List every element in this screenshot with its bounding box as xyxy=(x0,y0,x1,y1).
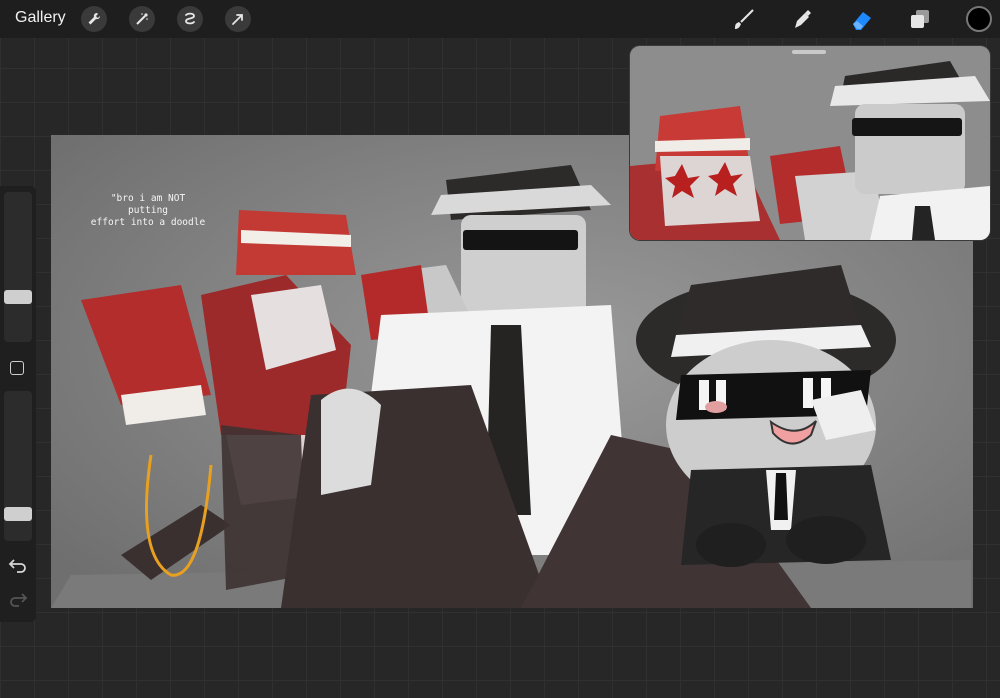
selection-icon[interactable] xyxy=(177,6,203,32)
undo-icon[interactable] xyxy=(8,556,28,574)
gallery-button[interactable]: Gallery xyxy=(15,9,66,27)
brush-size-slider-thumb[interactable] xyxy=(4,289,32,304)
modify-button[interactable] xyxy=(10,361,24,375)
brush-size-slider[interactable] xyxy=(4,192,32,342)
top-toolbar: Gallery xyxy=(0,0,1000,38)
actions-wrench-icon[interactable] xyxy=(81,6,107,32)
transform-arrow-icon[interactable] xyxy=(225,6,251,32)
caption-line-2: effort into a doodle xyxy=(90,217,206,228)
canvas-caption: "bro i am NOT putting effort into a dood… xyxy=(88,193,208,229)
adjustments-magic-wand-icon[interactable] xyxy=(129,6,155,32)
reference-window[interactable] xyxy=(630,46,990,240)
color-swatch[interactable] xyxy=(966,6,992,32)
reference-image xyxy=(630,46,990,240)
layers-icon[interactable] xyxy=(907,6,933,32)
eraser-icon[interactable] xyxy=(849,6,875,32)
side-toolbar xyxy=(0,186,36,622)
redo-icon[interactable] xyxy=(8,590,28,608)
reference-drag-handle[interactable] xyxy=(792,50,826,54)
smudge-icon[interactable] xyxy=(789,6,815,32)
opacity-slider-thumb[interactable] xyxy=(4,506,32,521)
caption-line-1: "bro i am NOT putting xyxy=(110,193,186,216)
brush-icon[interactable] xyxy=(731,6,757,32)
